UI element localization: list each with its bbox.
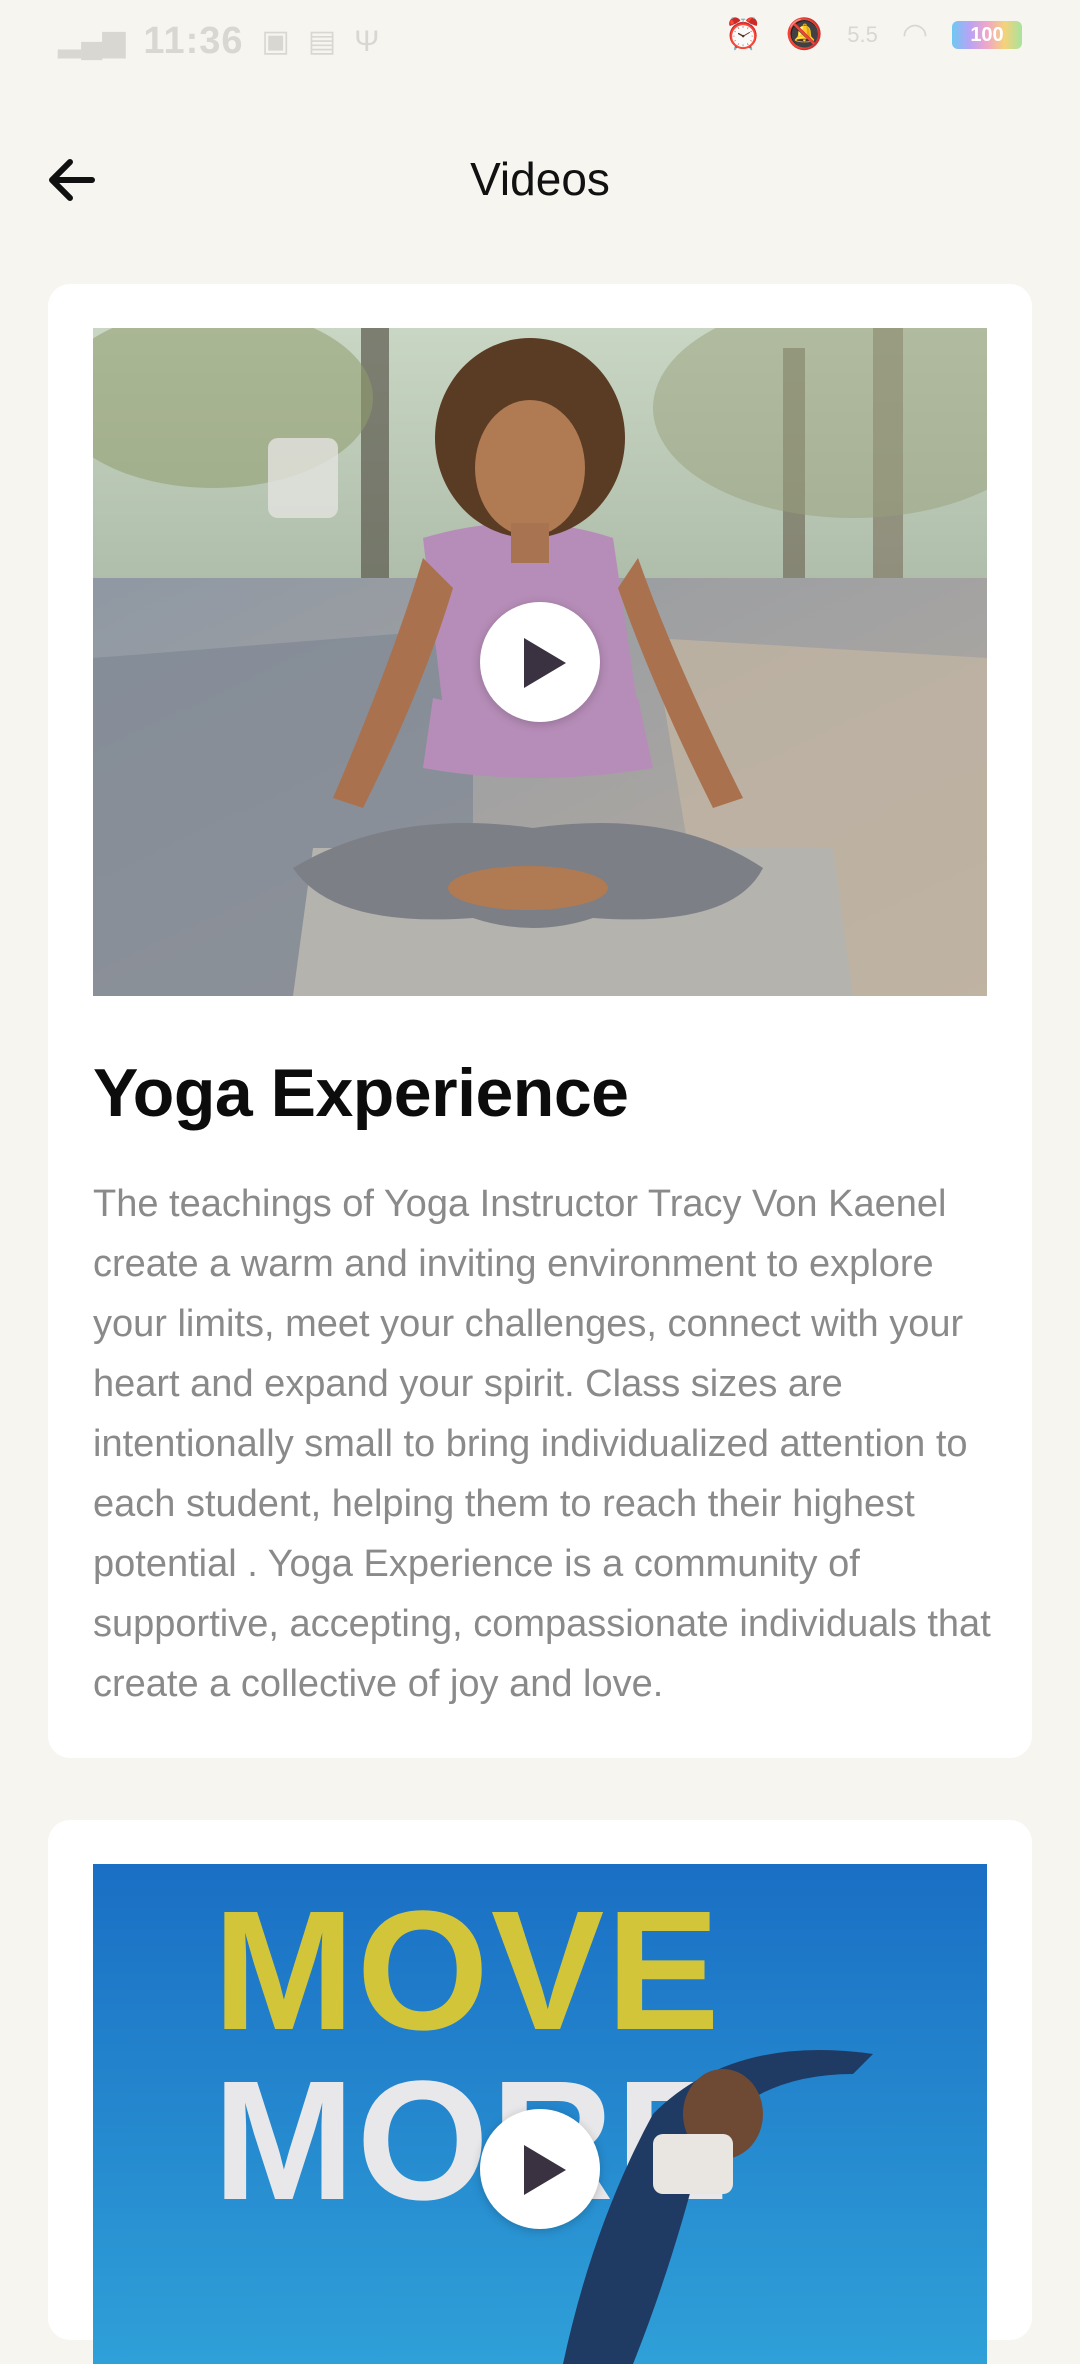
app-notification-icon: ▤: [307, 24, 337, 58]
thumbnail-text-move: MOVE: [213, 1876, 722, 2066]
video-card[interactable]: MOVE MORE: [48, 1820, 1032, 2364]
video-description: The teachings of Yoga Instructor Tracy V…: [93, 1183, 991, 1705]
status-left: ▂▄▆ 11:36 ▣ ▤ Ψ: [58, 20, 379, 63]
video-card[interactable]: Yoga Experience The teachings of Yoga In…: [48, 284, 1032, 1758]
battery-icon: 100: [952, 21, 1022, 49]
play-button[interactable]: [480, 602, 600, 722]
play-icon: [524, 638, 566, 688]
net-speed: 5.5: [847, 22, 878, 47]
alarm-icon: ⏰: [724, 18, 762, 51]
wifi-icon: ◠: [901, 18, 928, 51]
app-bar: Videos: [0, 120, 1080, 240]
status-right: ⏰ 🔕 5.5 ◠ 100: [724, 18, 1022, 51]
status-bar: ▂▄▆ 11:36 ▣ ▤ Ψ ⏰ 🔕 5.5 ◠ 100: [0, 0, 1080, 84]
video-thumbnail[interactable]: MOVE MORE: [93, 1864, 987, 2364]
mute-icon: 🔕: [785, 18, 824, 51]
video-thumbnail[interactable]: [93, 328, 987, 996]
video-title: Yoga Experience: [93, 1055, 629, 1131]
play-button[interactable]: [480, 2109, 600, 2229]
play-icon: [524, 2145, 566, 2195]
signal-icon: ▂▄▆: [58, 24, 126, 58]
notification-icon: ▣: [261, 24, 290, 58]
status-time: 11:36: [143, 20, 244, 62]
usb-icon: Ψ: [354, 24, 380, 58]
page-title: Videos: [470, 153, 610, 205]
